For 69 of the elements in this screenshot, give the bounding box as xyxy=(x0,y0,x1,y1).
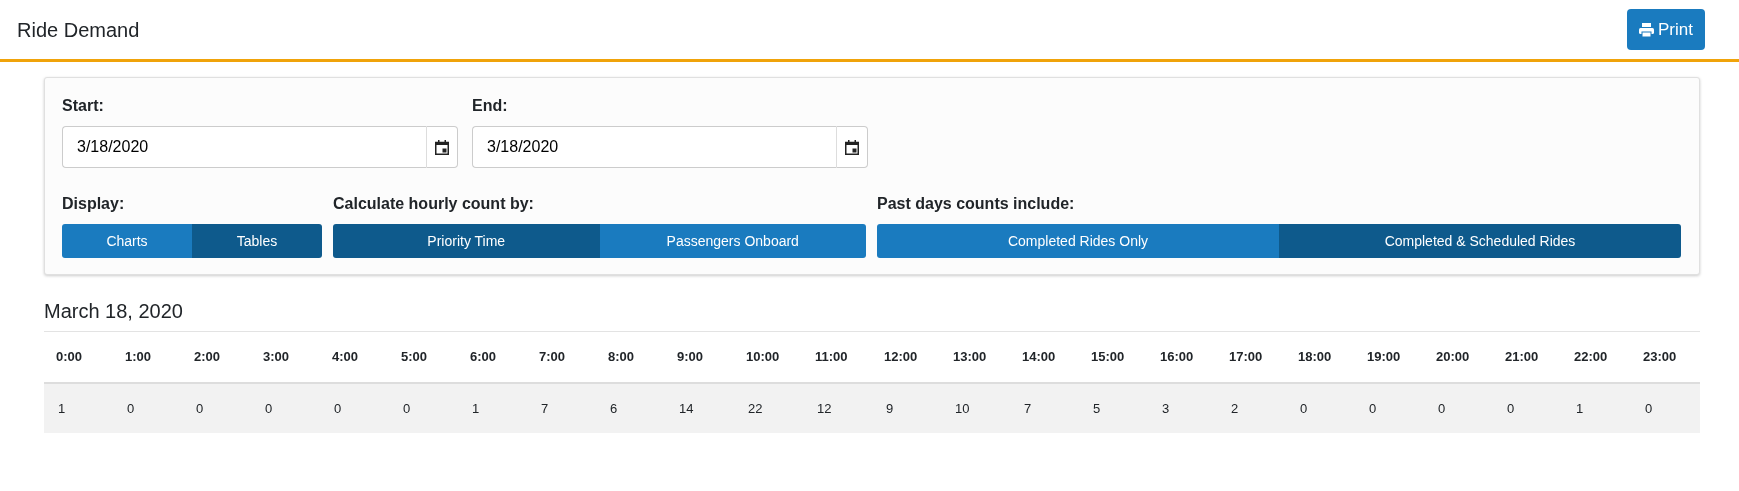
table-cell: 12 xyxy=(803,382,872,433)
column-header: 7:00 xyxy=(527,332,596,383)
column-header: 3:00 xyxy=(251,332,320,383)
table-cell: 0 xyxy=(320,382,389,433)
calendar-button[interactable] xyxy=(426,126,458,168)
toggle-option[interactable]: Charts xyxy=(62,224,192,258)
group-label: Past days counts include: xyxy=(877,194,1076,214)
group-label: Display: xyxy=(62,194,126,214)
column-header: 12:00 xyxy=(872,332,941,383)
table-cell: 7 xyxy=(527,382,596,433)
column-header: 19:00 xyxy=(1355,332,1424,383)
page-title: Ride Demand xyxy=(17,17,140,42)
start-date-field[interactable]: 3/18/2020 xyxy=(62,126,426,168)
column-header: 9:00 xyxy=(665,332,734,383)
table-cell: 0 xyxy=(389,382,458,433)
table-cell: 5 xyxy=(1079,382,1148,433)
print-button[interactable]: Print xyxy=(1627,8,1705,51)
column-header: 20:00 xyxy=(1424,332,1493,383)
table-cell: 0 xyxy=(182,382,251,433)
table-cell: 1 xyxy=(1562,382,1631,433)
table-cell: 2 xyxy=(1217,382,1286,433)
column-header: 10:00 xyxy=(734,332,803,383)
end-label: End: xyxy=(472,96,509,116)
table-cell: 0 xyxy=(1355,382,1424,433)
group-label: Calculate hourly count by: xyxy=(333,194,535,214)
end-date-field[interactable]: 3/18/2020 xyxy=(472,126,836,168)
toggle-option[interactable]: Tables xyxy=(192,224,322,258)
table-cell: 1 xyxy=(458,382,527,433)
column-header: 13:00 xyxy=(941,332,1010,383)
column-header: 14:00 xyxy=(1010,332,1079,383)
report-date-heading: March 18, 2020 xyxy=(44,299,1700,332)
table-cell: 6 xyxy=(596,382,665,433)
column-header: 22:00 xyxy=(1562,332,1631,383)
start-label: Start: xyxy=(62,96,105,116)
toggle-option[interactable]: Passengers Onboard xyxy=(599,224,866,258)
column-header: 6:00 xyxy=(458,332,527,383)
table-cell: 0 xyxy=(1286,382,1355,433)
column-header: 0:00 xyxy=(44,332,113,383)
column-header: 17:00 xyxy=(1217,332,1286,383)
table-cell: 22 xyxy=(734,382,803,433)
column-header: 16:00 xyxy=(1148,332,1217,383)
column-header: 15:00 xyxy=(1079,332,1148,383)
toggle-option[interactable]: Priority Time xyxy=(333,224,600,258)
column-header: 11:00 xyxy=(803,332,872,383)
calendar-icon xyxy=(845,139,859,155)
column-header: 4:00 xyxy=(320,332,389,383)
calendar-button[interactable] xyxy=(836,126,868,168)
table-cell: 0 xyxy=(251,382,320,433)
column-header: 2:00 xyxy=(182,332,251,383)
column-header: 21:00 xyxy=(1493,332,1562,383)
toggle-option[interactable]: Completed & Scheduled Rides xyxy=(1279,224,1681,258)
column-header: 23:00 xyxy=(1631,332,1700,383)
table-cell: 0 xyxy=(113,382,182,433)
table-cell: 0 xyxy=(1631,382,1700,433)
column-header: 5:00 xyxy=(389,332,458,383)
table-cell: 9 xyxy=(872,382,941,433)
table-cell: 7 xyxy=(1010,382,1079,433)
calendar-icon xyxy=(435,139,449,155)
column-header: 8:00 xyxy=(596,332,665,383)
column-header: 18:00 xyxy=(1286,332,1355,383)
table-cell: 14 xyxy=(665,382,734,433)
toggle-option[interactable]: Completed Rides Only xyxy=(877,224,1279,258)
table-cell: 0 xyxy=(1424,382,1493,433)
table-cell: 10 xyxy=(941,382,1010,433)
table-cell: 0 xyxy=(1493,382,1562,433)
column-header: 1:00 xyxy=(113,332,182,383)
printer-icon xyxy=(1639,22,1655,37)
table-cell: 1 xyxy=(44,382,113,433)
table-cell: 3 xyxy=(1148,382,1217,433)
